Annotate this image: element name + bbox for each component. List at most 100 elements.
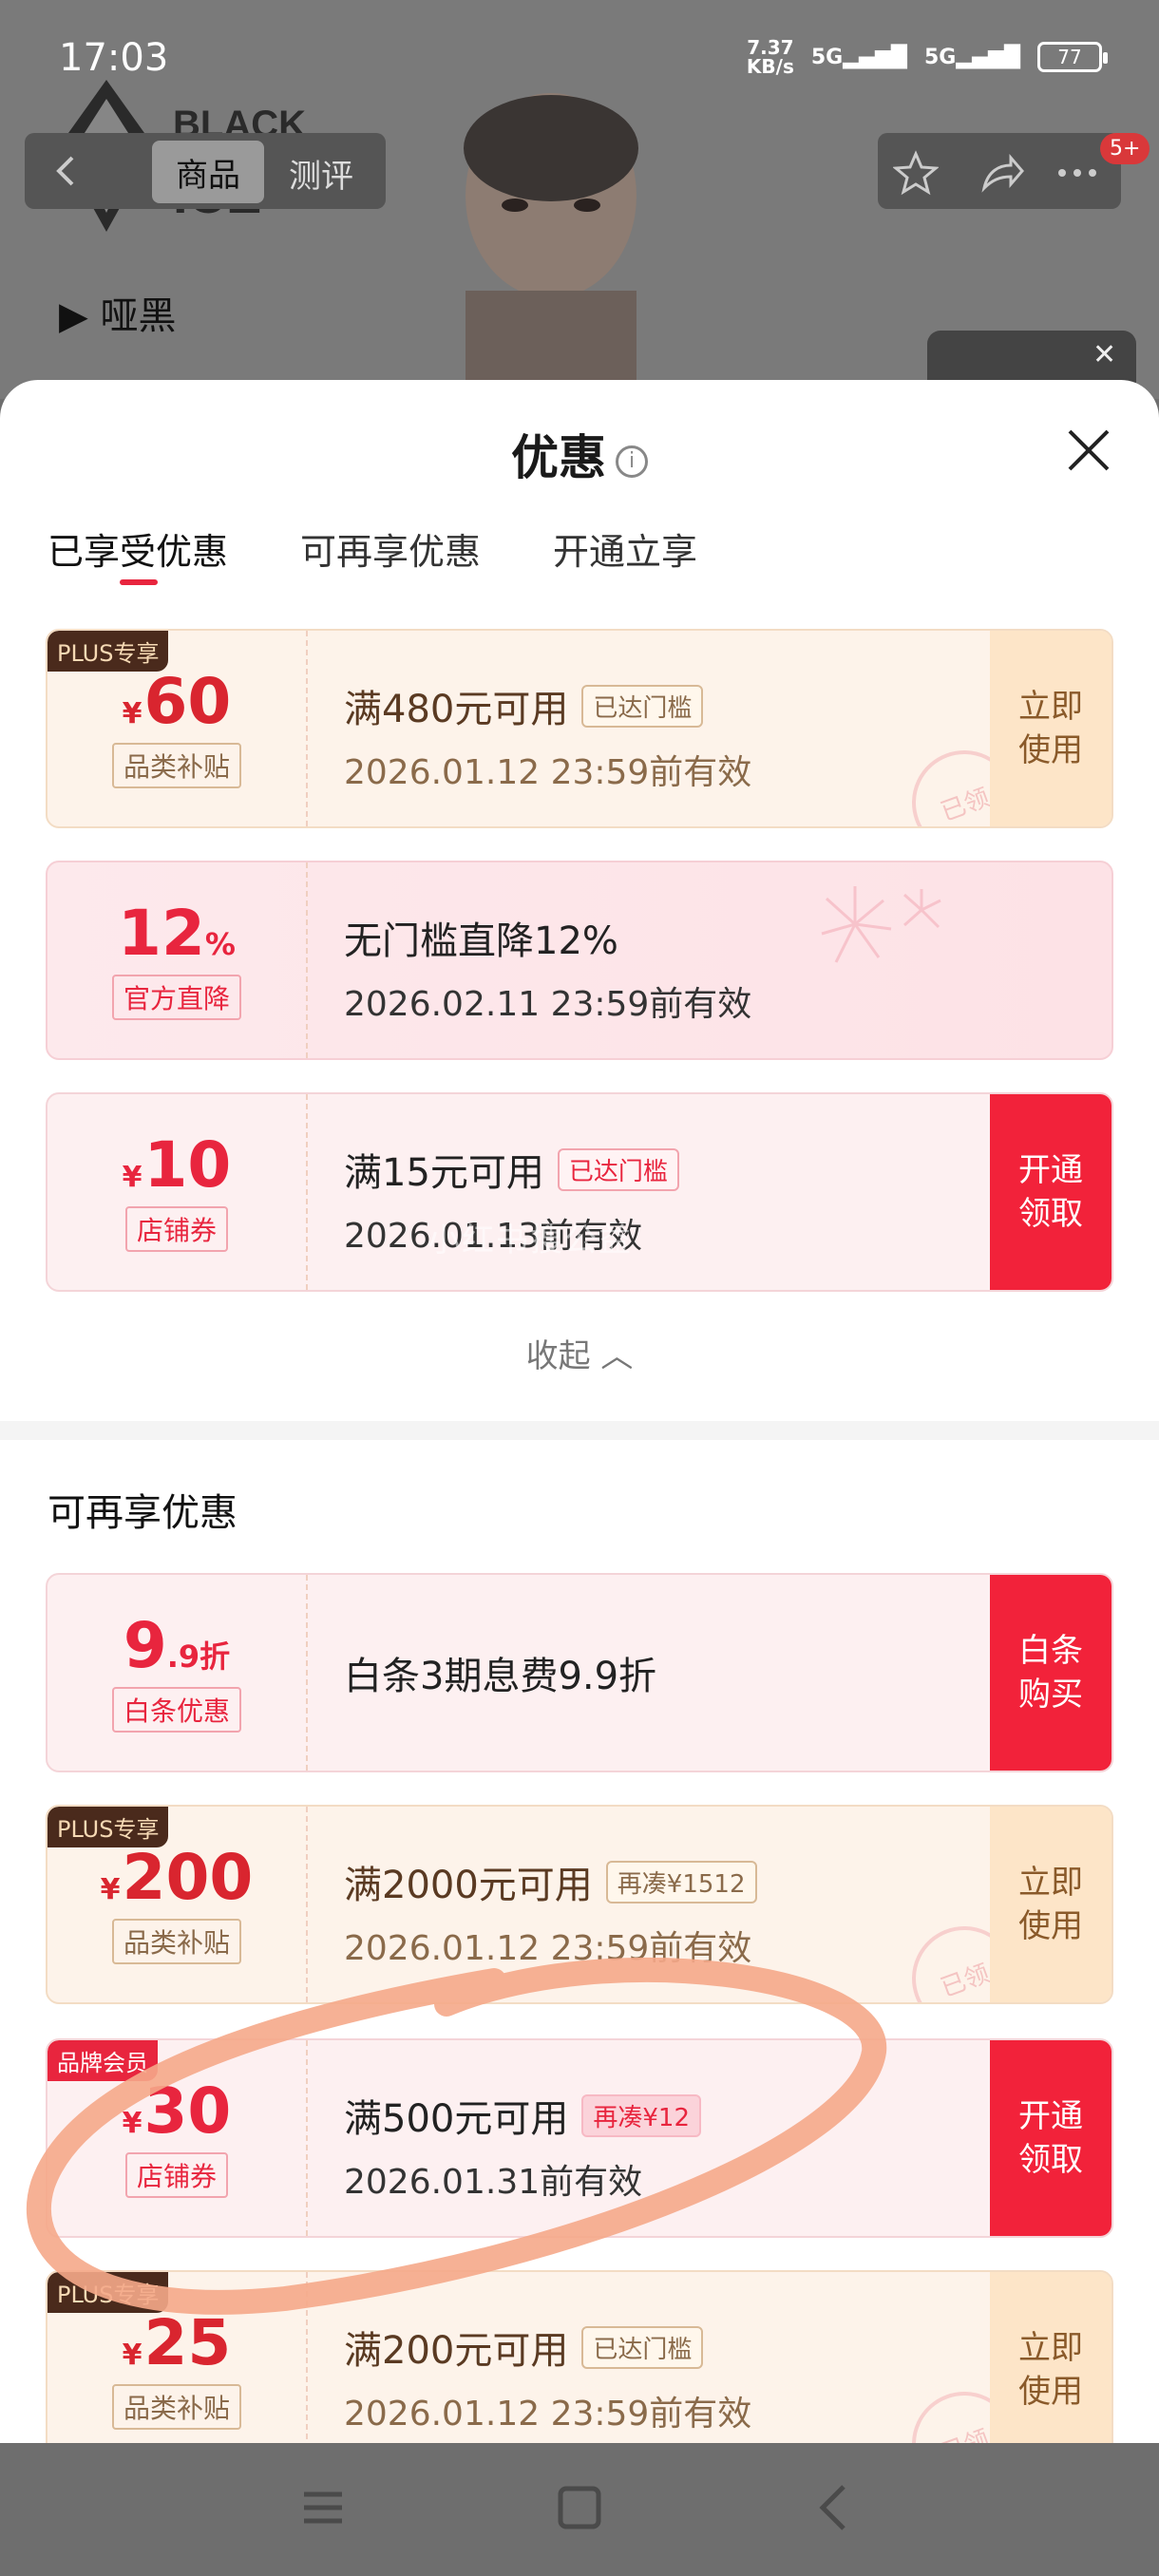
coupon-amount: ¥200 xyxy=(101,1845,254,1911)
coupon-amount: ¥30 xyxy=(123,2078,232,2145)
amount: 25 xyxy=(143,2306,232,2379)
use-now-button[interactable]: 立即 使用 xyxy=(990,2272,1112,2443)
star-icon[interactable] xyxy=(893,150,939,196)
discount-tabs: 已享受优惠 可再享优惠 开通立享 xyxy=(48,522,697,585)
coupon-divider xyxy=(306,1575,308,1771)
button-line-2: 领取 xyxy=(1018,1195,1083,1233)
close-icon[interactable] xyxy=(1062,424,1115,477)
tab-goods[interactable]: 商品 xyxy=(152,141,264,203)
coupon-amount: 9.9折 xyxy=(124,1613,230,1679)
amount: 9 xyxy=(123,1609,167,1682)
threshold-badge: 已达门槛 xyxy=(581,684,704,728)
status-bar: 17:03 7.37 KB/s 5G▂▄▆█ 5G▂▄▆█ 77 xyxy=(0,0,1159,114)
signal-label-1: 5G xyxy=(810,45,844,69)
network-speed-unit: KB/s xyxy=(746,55,794,78)
coupon-details: 满2000元可用 再凑¥1512 2026.01.12 23:59前有效 xyxy=(344,1854,757,1970)
menu-icon[interactable] xyxy=(296,2481,350,2534)
activate-claim-button[interactable]: 开通 领取 xyxy=(990,1094,1112,1290)
variant-play-label[interactable]: ▶ 哑黑 xyxy=(59,285,176,340)
currency: ¥ xyxy=(122,2339,142,2372)
chevron-left-icon[interactable] xyxy=(48,152,86,190)
share-icon[interactable] xyxy=(978,150,1024,196)
use-now-button[interactable]: 立即 使用 xyxy=(990,631,1112,826)
close-icon[interactable]: ✕ xyxy=(1092,338,1116,371)
amount-suffix: % xyxy=(204,926,236,962)
coupon-value: 12% 官方直降 xyxy=(48,862,306,1058)
square-icon[interactable] xyxy=(553,2481,606,2534)
amount: 60 xyxy=(143,665,232,738)
coupon-details: 满480元可用 已达门槛 2026.01.12 23:59前有效 xyxy=(344,678,751,794)
coupon-amount: 12% xyxy=(118,900,236,967)
coupon-card[interactable]: ¥60 品类补贴 PLUS专享 满480元可用 已达门槛 2026.01.12 2… xyxy=(46,629,1113,828)
signal-icon: 5G▂▄▆█ xyxy=(810,45,907,69)
baitiao-buy-button[interactable]: 白条 购买 xyxy=(990,1575,1112,1771)
threshold-badge: 已达门槛 xyxy=(557,1147,679,1191)
coupon-card[interactable]: 12% 官方直降 无门槛直降12% 2026.02.11 23:59前有效 xyxy=(46,861,1113,1060)
firework-decoration xyxy=(821,886,941,963)
use-now-button[interactable]: 立即 使用 xyxy=(990,1807,1112,2002)
coupon-divider xyxy=(306,1094,308,1290)
coupon-type-tag: 店铺券 xyxy=(124,2152,228,2198)
button-line-1: 开通 xyxy=(1018,1151,1083,1189)
brand-member-corner-badge: 品牌会员 xyxy=(48,2040,158,2081)
coupon-card[interactable]: ¥10 店铺券 满15元可用 已达门槛 2026.01.13前有效 开通 领取 xyxy=(46,1092,1113,1292)
coupon-condition: 满2000元可用 再凑¥1512 xyxy=(344,1854,757,1909)
coupon-details: 满500元可用 再凑¥12 2026.01.31前有效 xyxy=(344,2088,701,2204)
currency: ¥ xyxy=(122,697,142,730)
amount: 10 xyxy=(143,1128,232,1202)
button-line-1: 立即 xyxy=(1018,2329,1083,2367)
plus-corner-badge: PLUS专享 xyxy=(48,1807,169,1847)
discount-sheet: 优惠 i 已享受优惠 可再享优惠 开通立享 ¥60 品类补贴 PLUS专享 满48… xyxy=(0,380,1159,2443)
chevron-up-icon: ︿ xyxy=(600,1337,634,1375)
coupon-amount: ¥25 xyxy=(123,2310,232,2377)
activate-claim-button[interactable]: 开通 领取 xyxy=(990,2040,1112,2236)
coupon-expiry: 2026.01.12 23:59前有效 xyxy=(344,753,752,792)
coupon-card[interactable]: 9.9折 白条优惠 白条3期息费9.9折 白条 购买 xyxy=(46,1573,1113,1772)
coupon-divider xyxy=(306,631,308,826)
coupon-type-tag: 品类补贴 xyxy=(111,2384,241,2430)
tab-more-discounts[interactable]: 可再享优惠 xyxy=(300,522,481,575)
more-dots-icon[interactable] xyxy=(1054,150,1100,196)
button-line-2: 领取 xyxy=(1018,2141,1083,2179)
coupon-card[interactable]: ¥30 店铺券 品牌会员 满500元可用 再凑¥12 2026.01.31前有效 … xyxy=(46,2038,1113,2238)
coupon-details: 白条3期息费9.9折 xyxy=(344,1645,656,1700)
amount: 200 xyxy=(122,1841,254,1914)
network-speed-value: 7.37 xyxy=(747,36,794,59)
coupon-type-tag: 品类补贴 xyxy=(111,743,241,788)
button-line-1: 立即 xyxy=(1018,688,1083,726)
coupon-details: 无门槛直降12% 2026.02.11 23:59前有效 xyxy=(344,910,751,1026)
coupon-condition: 满500元可用 再凑¥12 xyxy=(344,2088,701,2143)
tab-review[interactable]: 测评 xyxy=(289,150,353,197)
button-line-2: 购买 xyxy=(1018,1676,1083,1714)
tab-enjoyed[interactable]: 已享受优惠 xyxy=(48,522,228,585)
button-line-2: 使用 xyxy=(1018,2373,1083,2411)
section-title: 可再享优惠 xyxy=(48,1491,238,1535)
system-nav-bar xyxy=(0,2443,1159,2576)
network-speed: 7.37 KB/s xyxy=(747,38,794,76)
button-line-1: 立即 xyxy=(1018,1864,1083,1902)
coupon-card[interactable]: ¥25 品类补贴 PLUS专享 满200元可用 已达门槛 2026.01.12 2… xyxy=(46,2270,1113,2443)
battery-level: 77 xyxy=(1057,46,1082,68)
triangle-back-icon[interactable] xyxy=(809,2481,863,2534)
currency: ¥ xyxy=(122,1161,142,1194)
coupon-divider xyxy=(306,862,308,1058)
currency: ¥ xyxy=(100,1873,121,1906)
coupon-divider xyxy=(306,2040,308,2236)
condition-text: 满480元可用 xyxy=(344,688,569,731)
coupon-condition: 满480元可用 已达门槛 xyxy=(344,678,751,733)
coupon-expiry: 2026.01.12 23:59前有效 xyxy=(344,1929,752,1968)
coupon-value: ¥10 店铺券 xyxy=(48,1094,306,1290)
notification-badge: 5+ xyxy=(1100,133,1150,164)
status-icons: 7.37 KB/s 5G▂▄▆█ 5G▂▄▆█ 77 xyxy=(747,38,1108,76)
info-icon[interactable]: i xyxy=(616,445,648,478)
tab-activate[interactable]: 开通立享 xyxy=(553,522,697,575)
watermark-text: 小红书搜公益 xyxy=(428,1222,633,1260)
condition-text: 满200元可用 xyxy=(344,2329,569,2373)
status-time: 17:03 xyxy=(59,36,169,80)
plus-corner-badge: PLUS专享 xyxy=(48,631,169,672)
coupon-condition: 无门槛直降12% xyxy=(344,919,618,963)
amount: 30 xyxy=(143,2074,232,2148)
collapse-button[interactable]: 收起 ︿ xyxy=(0,1330,1159,1376)
coupon-condition: 白条3期息费9.9折 xyxy=(344,1655,657,1698)
coupon-card[interactable]: ¥200 品类补贴 PLUS专享 满2000元可用 再凑¥1512 2026.01… xyxy=(46,1805,1113,2004)
